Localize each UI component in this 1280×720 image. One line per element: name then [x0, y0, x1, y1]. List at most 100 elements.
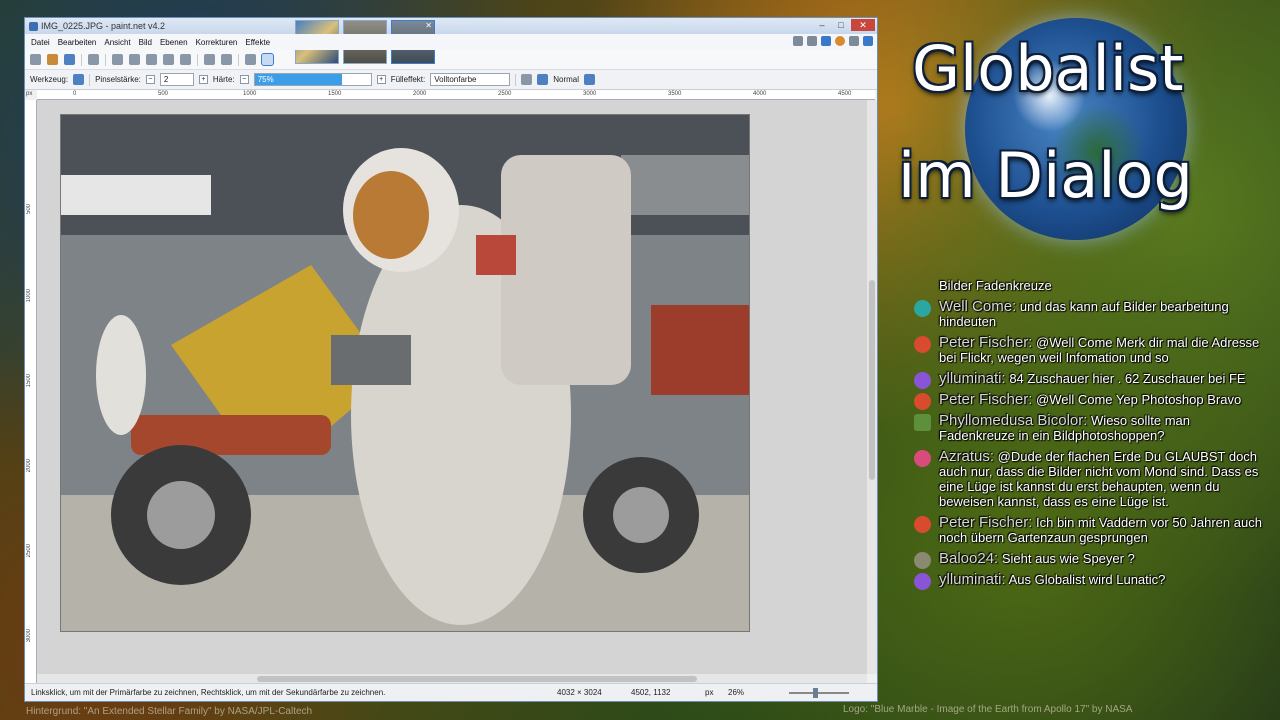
menu-datei[interactable]: Datei: [31, 38, 50, 47]
menu-effekte[interactable]: Effekte: [245, 38, 270, 47]
scrollbar-thumb[interactable]: [257, 676, 697, 682]
hardness-label: Härte:: [212, 75, 235, 84]
menu-bearbeiten[interactable]: Bearbeiten: [58, 38, 97, 47]
unit-select[interactable]: px: [705, 688, 713, 697]
chat-message: Peter Fischer: Ich bin mit Vaddern vor 5…: [912, 515, 1262, 545]
toolbar-separator: [238, 53, 239, 66]
colors-window-icon[interactable]: [835, 36, 845, 46]
selection-quality-icon[interactable]: [584, 74, 596, 85]
tool-label: Werkzeug:: [30, 75, 69, 84]
cut-icon[interactable]: [112, 54, 123, 65]
menu-bild[interactable]: Bild: [139, 38, 152, 47]
vertical-scrollbar[interactable]: [867, 100, 877, 674]
horizontal-ruler: px 0 500 1000 1500 2000 2500 3000 3500 4…: [26, 90, 875, 100]
chat-message: Baloo24: Sieht aus wie Speyer ?: [912, 551, 1262, 569]
hardness-slider[interactable]: 75%: [253, 73, 372, 86]
brush-width-increase-button[interactable]: +: [198, 75, 208, 84]
menu-ansicht[interactable]: Ansicht: [104, 38, 130, 47]
tool-options-bar: Werkzeug: Pinselstärke: − 2 + Härte: − 7…: [25, 70, 877, 90]
status-hint: Linksklick, um mit der Primärfarbe zu ze…: [31, 688, 386, 697]
chat-message: Peter Fischer: @Well Come Merk dir mal d…: [912, 335, 1262, 365]
toolbar-separator: [105, 53, 106, 66]
user-avatar-icon: [914, 552, 931, 569]
chat-username: Azratus:: [939, 448, 995, 465]
ruler-tick: 500: [158, 91, 169, 97]
ruler-tick: 2000: [413, 91, 427, 97]
main-toolbar: [25, 50, 877, 70]
user-avatar-icon: [914, 573, 931, 590]
chat-message: Azratus: @Dude der flachen Erde Du GLAUB…: [912, 449, 1262, 509]
deselect-icon[interactable]: [180, 54, 191, 65]
redo-icon[interactable]: [221, 54, 232, 65]
chat-text: @Well Come Yep Photoshop Bravo: [1036, 392, 1242, 407]
minimize-button[interactable]: –: [813, 19, 831, 31]
zoom-level[interactable]: 26%: [728, 688, 744, 697]
astronaut-photo[interactable]: [60, 114, 750, 632]
ruler-tick: 1000: [243, 91, 257, 97]
user-avatar-icon: [914, 450, 931, 467]
chat-text: Bilder Fadenkreuze: [939, 278, 1052, 293]
cursor-position: 4502, 1132: [631, 688, 671, 697]
vertical-ruler: 500 1000 1500 2000 2500 3000: [25, 100, 37, 686]
close-tab-icon[interactable]: ✕: [425, 21, 432, 30]
user-avatar-icon: [914, 414, 931, 431]
ruler-toggle-icon[interactable]: [261, 53, 274, 66]
paintnet-icon: [29, 21, 38, 31]
ruler-tick: 1000: [26, 289, 32, 303]
status-bar: Linksklick, um mit der Primärfarbe zu ze…: [25, 683, 877, 701]
chat-text: Sieht aus wie Speyer ?: [1001, 551, 1135, 566]
print-icon[interactable]: [88, 54, 99, 65]
tools-window-icon[interactable]: [793, 36, 803, 46]
toolbar-separator: [515, 73, 517, 86]
menu-ebenen[interactable]: Ebenen: [160, 38, 188, 47]
menu-korrekturen[interactable]: Korrekturen: [196, 38, 238, 47]
ruler-tick: 2500: [26, 544, 32, 558]
fill-select[interactable]: Volltonfarbe: [430, 73, 511, 86]
brush-width-label: Pinselstärke:: [95, 75, 141, 84]
chat-overlay: Bilder Fadenkreuze Well Come: und das ka…: [912, 278, 1262, 593]
antialiasing-icon[interactable]: [521, 74, 533, 85]
paintbrush-icon[interactable]: [73, 74, 85, 85]
ruler-tick: 3000: [583, 91, 597, 97]
history-window-icon[interactable]: [807, 36, 817, 46]
scrollbar-thumb[interactable]: [869, 280, 875, 480]
copy-icon[interactable]: [129, 54, 140, 65]
user-avatar-icon: [914, 393, 931, 410]
user-avatar-icon: [914, 516, 931, 533]
paste-icon[interactable]: [146, 54, 157, 65]
ruler-tick: 0: [73, 91, 77, 97]
help-icon[interactable]: [863, 36, 873, 46]
hardness-increase-button[interactable]: +: [376, 75, 386, 84]
chat-username: Peter Fischer:: [939, 514, 1033, 531]
layers-window-icon[interactable]: [821, 36, 831, 46]
new-file-icon[interactable]: [30, 54, 41, 65]
title-bar: IMG_0225.JPG - paint.net v4.2 – □ ✕: [25, 18, 877, 34]
hardness-decrease-button[interactable]: −: [239, 75, 249, 84]
grid-icon[interactable]: [245, 54, 256, 65]
brush-width-decrease-button[interactable]: −: [145, 75, 155, 84]
user-avatar-icon: [914, 336, 931, 353]
zoom-slider[interactable]: [789, 688, 849, 698]
logo-title-line1: Globalist: [912, 32, 1184, 105]
brush-width-input[interactable]: 2: [159, 73, 194, 86]
crop-icon[interactable]: [163, 54, 174, 65]
ruler-tick: 500: [26, 204, 32, 215]
toolbar-separator: [81, 53, 82, 66]
blend-mode-select[interactable]: Normal: [553, 75, 579, 84]
menu-right-icons: [793, 36, 873, 46]
undo-icon[interactable]: [204, 54, 215, 65]
settings-gear-icon[interactable]: [849, 36, 859, 46]
toolbar-separator: [197, 53, 198, 66]
chat-username: Well Come:: [939, 298, 1017, 315]
chat-message: Peter Fischer: @Well Come Yep Photoshop …: [912, 392, 1262, 410]
canvas-area[interactable]: [37, 100, 867, 674]
chat-message: Bilder Fadenkreuze: [912, 278, 1262, 293]
save-icon[interactable]: [64, 54, 75, 65]
maximize-button[interactable]: □: [832, 19, 850, 31]
close-button[interactable]: ✕: [851, 19, 875, 31]
chat-username: ylluminati:: [939, 370, 1006, 387]
ruler-tick: 3500: [668, 91, 682, 97]
blend-mode-icon[interactable]: [537, 74, 549, 85]
user-avatar-icon: [914, 300, 931, 317]
open-folder-icon[interactable]: [47, 54, 58, 65]
